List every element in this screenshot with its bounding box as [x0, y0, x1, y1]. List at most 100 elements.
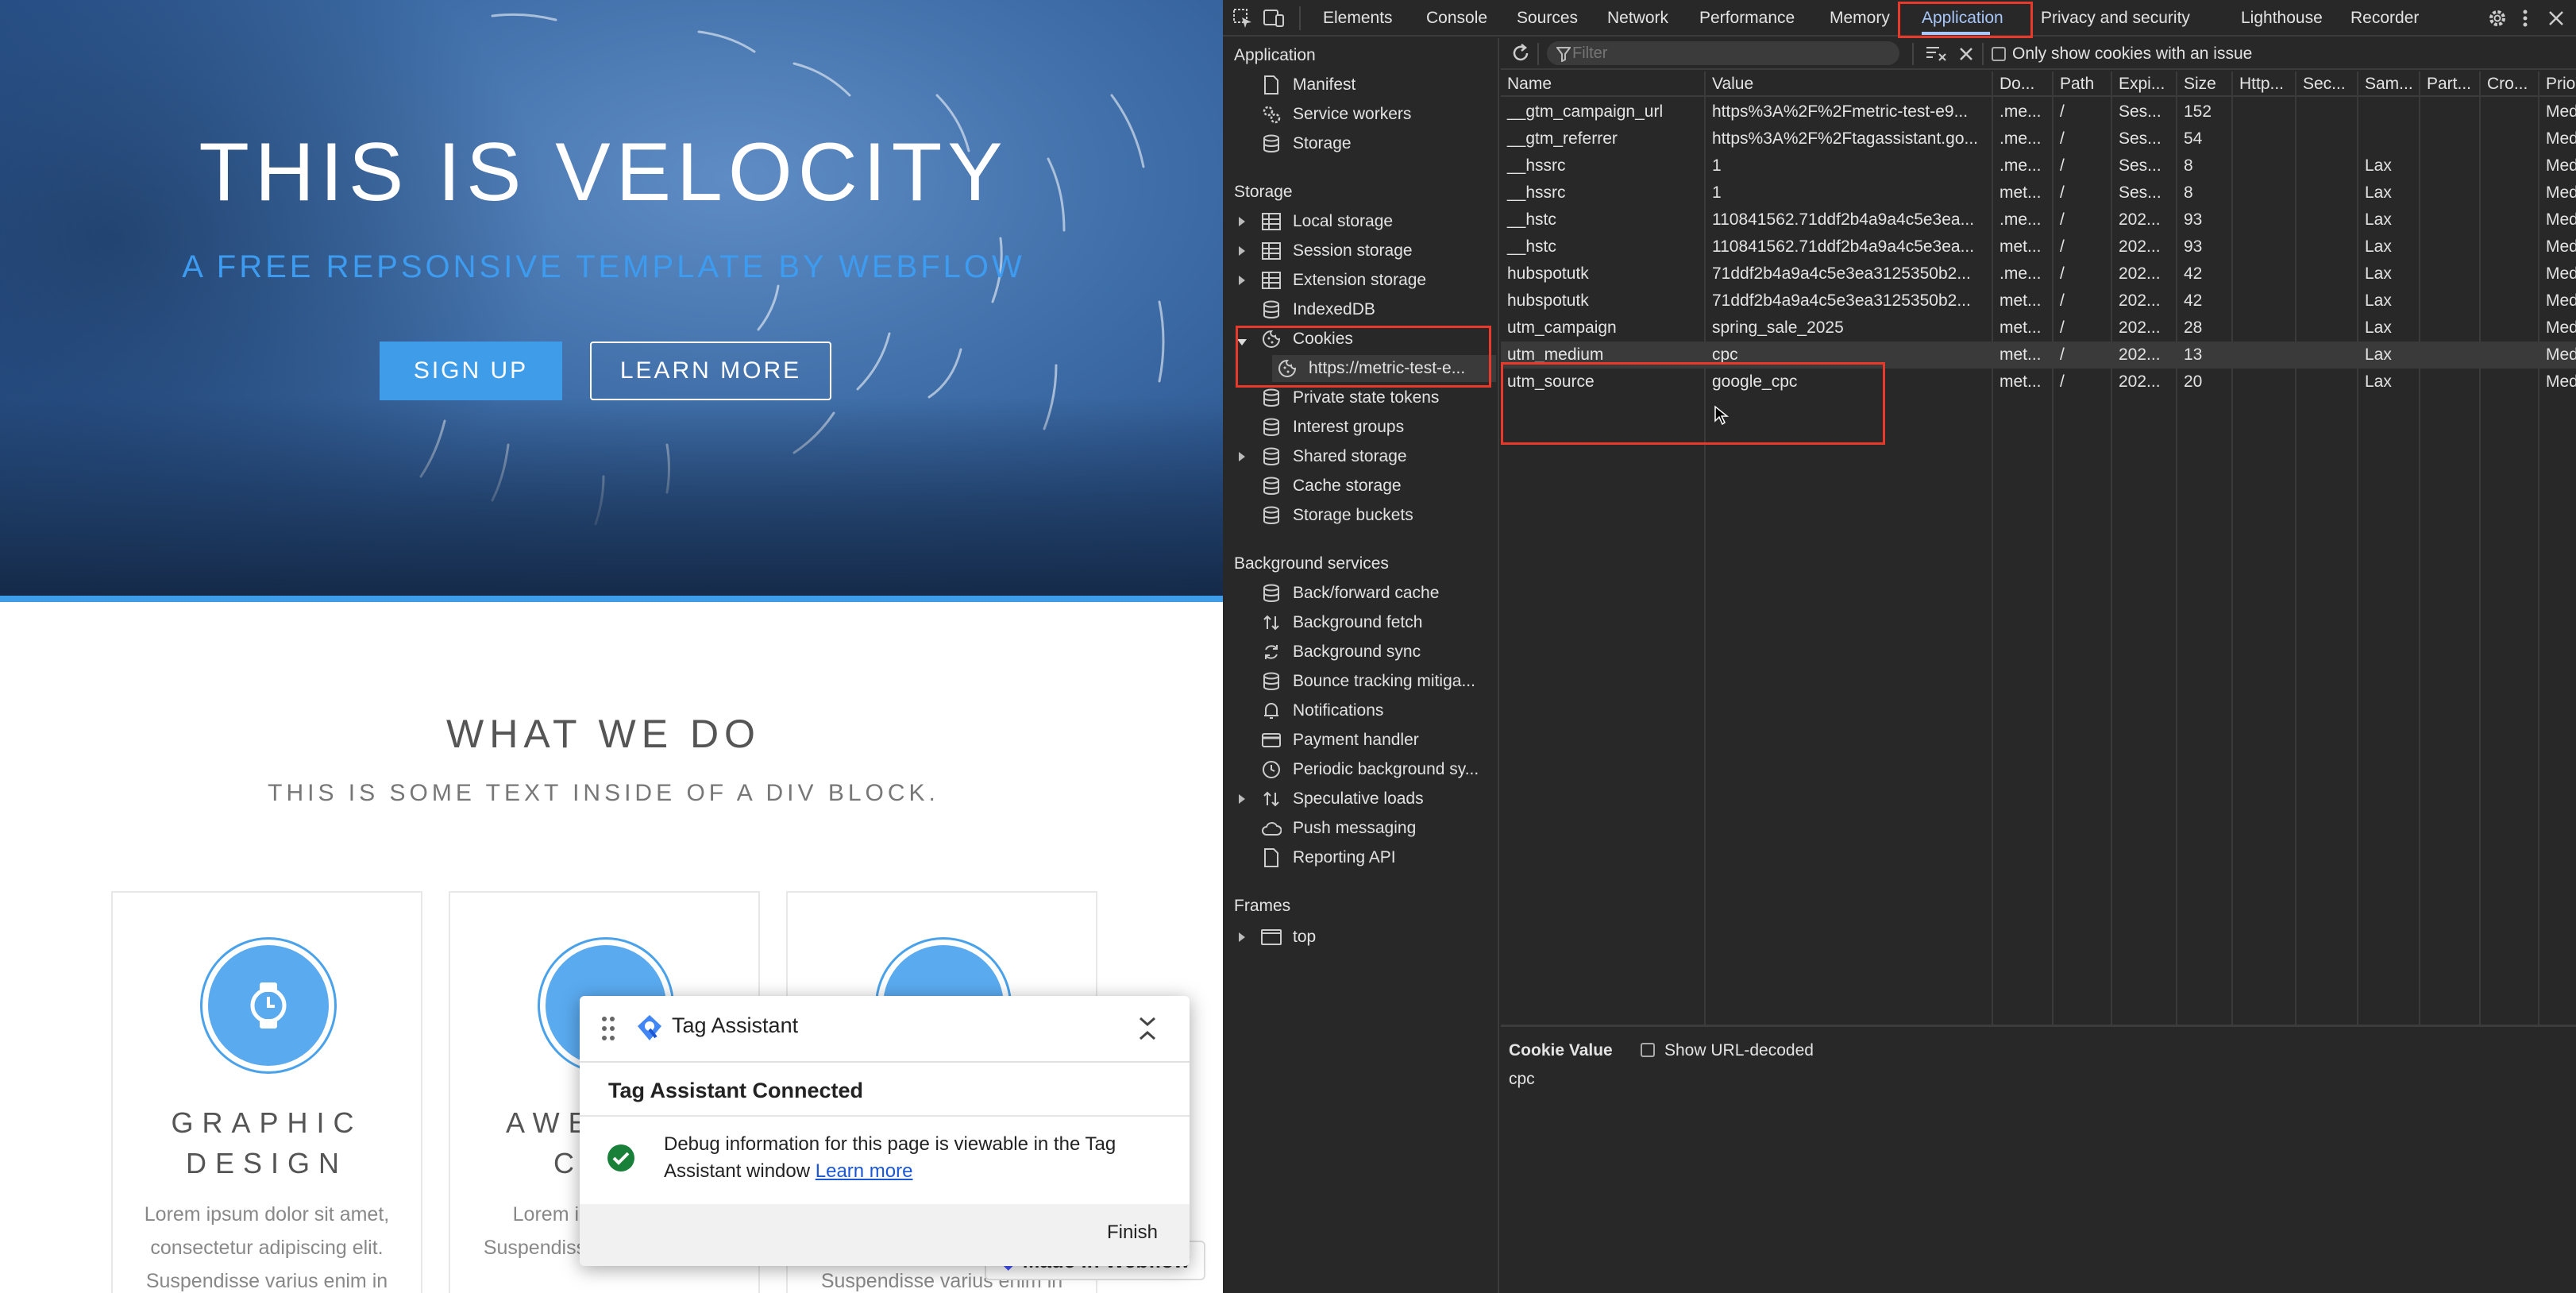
column-header-priority[interactable]: Prio...: [2539, 71, 2576, 98]
sidebar-item-storage[interactable]: Storage: [1261, 130, 1496, 157]
learn-more-link[interactable]: Learn more: [816, 1160, 913, 1182]
column-divider[interactable]: [1704, 71, 1706, 1063]
sidebar-item-interest-groups[interactable]: Interest groups: [1261, 414, 1496, 441]
column-divider[interactable]: [2538, 71, 2539, 1063]
devtools-panel: Elements Console Sources Network Perform…: [1223, 0, 2576, 1293]
sidebar-item-background-sync[interactable]: Background sync: [1261, 639, 1496, 666]
table-row[interactable]: hubspotutk 71ddf2b4a9a4c5e3ea3125350b2...…: [1501, 288, 2576, 315]
sidebar-item-indexeddb[interactable]: IndexedDB: [1261, 296, 1496, 323]
sidebar-item-reporting-api[interactable]: Reporting API: [1261, 844, 1496, 871]
expand-arrow-icon[interactable]: [1239, 932, 1245, 942]
column-header-value[interactable]: Value: [1706, 71, 1993, 98]
tab-lighthouse[interactable]: Lighthouse: [2241, 9, 2323, 28]
sidebar-item-back-forward-cache[interactable]: Back/forward cache: [1261, 580, 1496, 607]
close-devtools-icon[interactable]: [2547, 10, 2565, 27]
more-options-icon[interactable]: [2520, 8, 2530, 29]
expand-arrow-icon[interactable]: [1239, 276, 1245, 285]
database-icon: [1261, 476, 1282, 496]
filter-input[interactable]: [1547, 41, 1899, 65]
column-divider[interactable]: [2419, 71, 2420, 1063]
sidebar-item-push-messaging[interactable]: Push messaging: [1261, 815, 1496, 842]
refresh-icon[interactable]: [1510, 43, 1531, 64]
column-header-secure[interactable]: Sec...: [2296, 71, 2358, 98]
settings-gear-icon[interactable]: [2487, 8, 2508, 29]
column-header-partition[interactable]: Part...: [2420, 71, 2481, 98]
sidebar-item-speculative-loads[interactable]: Speculative loads: [1261, 785, 1496, 812]
sidebar-item-storage-buckets[interactable]: Storage buckets: [1261, 502, 1496, 529]
expand-arrow-icon[interactable]: [1239, 217, 1245, 226]
delete-selected-icon[interactable]: [1958, 46, 1974, 62]
sidebar-item-service-workers[interactable]: Service workers: [1261, 101, 1496, 128]
table-cell-expires: Ses...: [2119, 102, 2161, 121]
sidebar-item-local-storage[interactable]: Local storage: [1261, 208, 1496, 235]
column-divider[interactable]: [2479, 71, 2481, 1063]
tab-privacy-and-security[interactable]: Privacy and security: [2041, 9, 2190, 28]
table-row[interactable]: __gtm_referrer https%3A%2F%2Ftagassistant…: [1501, 125, 2576, 152]
column-header-samesite[interactable]: Sam...: [2358, 71, 2420, 98]
sign-up-button[interactable]: SIGN UP: [380, 342, 562, 400]
tab-console[interactable]: Console: [1426, 9, 1487, 28]
column-header-size[interactable]: Size: [2177, 71, 2233, 98]
table-row[interactable]: __gtm_campaign_url https%3A%2F%2Fmetric-t…: [1501, 98, 2576, 125]
tab-sources[interactable]: Sources: [1517, 9, 1578, 28]
column-divider[interactable]: [1992, 71, 1993, 1063]
sidebar-item-payment-handler[interactable]: Payment handler: [1261, 727, 1496, 754]
database-icon: [1261, 446, 1282, 467]
tab-performance[interactable]: Performance: [1699, 9, 1795, 28]
tag-assistant-footer: Finish: [580, 1204, 1190, 1266]
table-cell-samesite: Lax: [2365, 291, 2392, 310]
table-row[interactable]: hubspotutk 71ddf2b4a9a4c5e3ea3125350b2...…: [1501, 261, 2576, 288]
column-header-cross-site[interactable]: Cro...: [2481, 71, 2539, 98]
sidebar-item-periodic-background-sync[interactable]: Periodic background sy...: [1261, 756, 1496, 783]
column-divider[interactable]: [2295, 71, 2296, 1063]
sidebar-item-bounce-tracking[interactable]: Bounce tracking mitiga...: [1261, 668, 1496, 695]
tab-network[interactable]: Network: [1607, 9, 1668, 28]
tab-elements[interactable]: Elements: [1323, 9, 1393, 28]
table-cell-expires: 202...: [2119, 210, 2161, 229]
table-row[interactable]: utm_campaign spring_sale_2025 met... / 202..…: [1501, 315, 2576, 342]
document-icon: [1261, 75, 1282, 95]
table-cell-httponly: [2233, 261, 2296, 288]
column-divider[interactable]: [2231, 71, 2233, 1063]
table-row[interactable]: __hssrc 1 .me... / Ses... 8 Lax Med...: [1501, 152, 2576, 179]
tab-memory[interactable]: Memory: [1830, 9, 1890, 28]
column-divider[interactable]: [2357, 71, 2358, 1063]
sidebar-item-manifest[interactable]: Manifest: [1261, 71, 1496, 98]
column-divider[interactable]: [2111, 71, 2112, 1063]
sidebar-item-private-state-tokens[interactable]: Private state tokens: [1261, 384, 1496, 411]
column-header-expires[interactable]: Expi...: [2112, 71, 2177, 98]
drag-handle-icon[interactable]: [600, 1015, 616, 1042]
table-cell-path: /: [2060, 129, 2065, 148]
show-url-decoded-checkbox[interactable]: [1641, 1043, 1655, 1057]
expand-arrow-icon[interactable]: [1239, 452, 1245, 461]
sidebar-item-shared-storage[interactable]: Shared storage: [1261, 443, 1496, 470]
column-header-httponly[interactable]: Http...: [2233, 71, 2296, 98]
sidebar-item-extension-storage[interactable]: Extension storage: [1261, 267, 1496, 294]
clear-filtered-cookies-icon[interactable]: [1925, 44, 1949, 64]
finish-button[interactable]: Finish: [1107, 1222, 1158, 1244]
table-row[interactable]: __hssrc 1 met... / Ses... 8 Lax Med...: [1501, 179, 2576, 206]
column-divider[interactable]: [2176, 71, 2177, 1063]
learn-more-button[interactable]: LEARN MORE: [590, 342, 831, 400]
inspect-element-icon[interactable]: [1232, 8, 1253, 29]
column-header-domain[interactable]: Do...: [1993, 71, 2053, 98]
tab-recorder[interactable]: Recorder: [2350, 9, 2419, 28]
sidebar-item-frame-top[interactable]: top: [1261, 924, 1496, 951]
sidebar-item-notifications[interactable]: Notifications: [1261, 697, 1496, 724]
sidebar-item-cache-storage[interactable]: Cache storage: [1261, 473, 1496, 500]
table-row[interactable]: __hstc 110841562.71ddf2b4a9a4c5e3ea... .me…: [1501, 206, 2576, 234]
expand-arrow-icon[interactable]: [1239, 246, 1245, 256]
only-issues-checkbox[interactable]: [1992, 47, 2006, 61]
table-row[interactable]: __hstc 110841562.71ddf2b4a9a4c5e3ea... met…: [1501, 234, 2576, 261]
sidebar-item-session-storage[interactable]: Session storage: [1261, 237, 1496, 264]
device-toolbar-icon[interactable]: [1263, 8, 1285, 29]
table-grid-icon: [1261, 270, 1282, 291]
column-divider[interactable]: [2052, 71, 2053, 1063]
column-header-name[interactable]: Name: [1501, 71, 1706, 98]
expand-arrow-icon[interactable]: [1239, 794, 1245, 804]
collapse-icon[interactable]: [1136, 1015, 1159, 1042]
table-cell-path: /: [2060, 345, 2065, 364]
hero-accent-bar: [0, 596, 1223, 602]
column-header-path[interactable]: Path: [2053, 71, 2112, 98]
sidebar-item-background-fetch[interactable]: Background fetch: [1261, 609, 1496, 636]
